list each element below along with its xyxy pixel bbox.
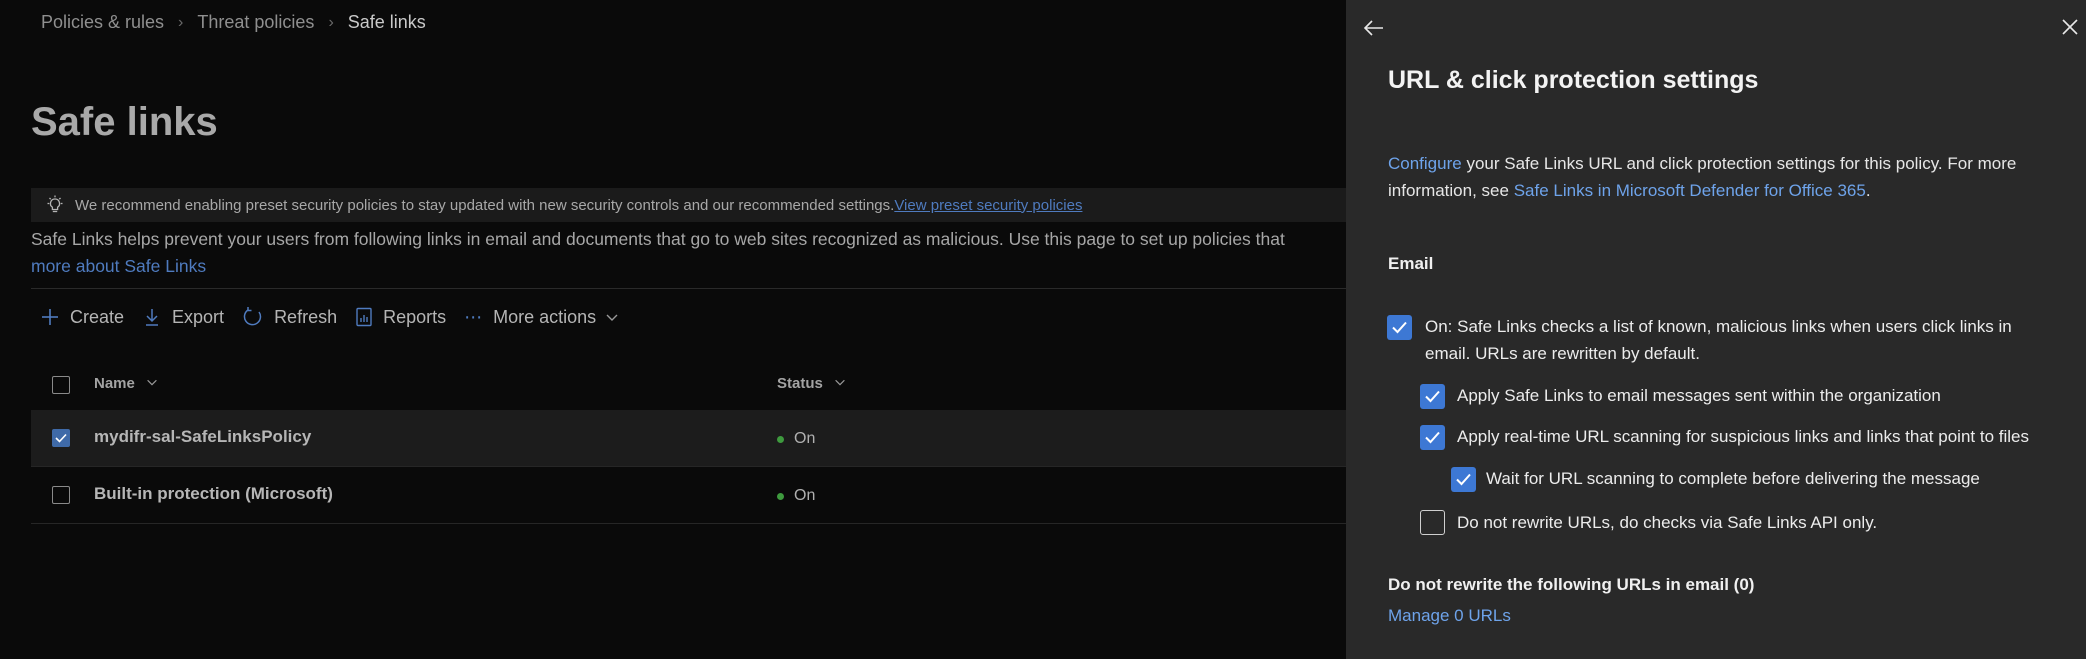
breadcrumb-policies-rules[interactable]: Policies & rules	[41, 12, 164, 33]
ellipsis-icon: ⋯	[464, 306, 484, 327]
checkmark-icon	[1392, 321, 1407, 334]
column-name-label: Name	[94, 375, 135, 392]
chevron-right-icon: ›	[178, 13, 184, 31]
safe-links-doc-link[interactable]: Safe Links in Microsoft Defender for Off…	[1514, 181, 1866, 200]
main-page: Policies & rules › Threat policies › Saf…	[0, 0, 1346, 659]
option-realtime-scanning-checkbox[interactable]	[1420, 425, 1445, 450]
settings-panel: URL & click protection settings Configur…	[1346, 0, 2086, 659]
more-actions-button[interactable]: ⋯ More actions	[464, 307, 620, 328]
export-button[interactable]: Export	[142, 307, 224, 328]
plus-icon	[42, 309, 58, 325]
description-text: Safe Links helps prevent your users from…	[31, 229, 1285, 249]
status-dot-icon	[777, 435, 784, 443]
option-no-rewrite-label: Do not rewrite URLs, do checks via Safe …	[1457, 513, 1878, 532]
back-button[interactable]	[1362, 16, 1386, 45]
column-name[interactable]: Name	[94, 375, 159, 392]
column-status-label: Status	[777, 375, 823, 392]
report-icon	[356, 307, 372, 327]
checkmark-icon	[1425, 431, 1440, 444]
chevron-right-icon: ›	[328, 13, 334, 31]
arrow-left-icon	[1363, 20, 1383, 36]
lightbulb-icon	[45, 195, 65, 215]
recommendation-banner: We recommend enabling preset security po…	[31, 188, 1346, 222]
checkmark-icon	[55, 433, 67, 443]
panel-intro: Configure your Safe Links URL and click …	[1388, 150, 2048, 204]
email-section-label: Email	[1388, 254, 1434, 273]
page-description: Safe Links helps prevent your users from…	[31, 226, 1346, 280]
checkmark-icon	[1425, 390, 1440, 403]
option-safe-links-on-label: On: Safe Links checks a list of known, m…	[1425, 317, 2012, 363]
policy-name[interactable]: mydifr-sal-SafeLinksPolicy	[94, 427, 311, 447]
option-realtime-scanning-label: Apply real-time URL scanning for suspici…	[1457, 427, 2029, 446]
table-header: Name Status	[31, 365, 1346, 405]
option-internal-messages-checkbox[interactable]	[1420, 384, 1445, 409]
panel-title: URL & click protection settings	[1388, 66, 1759, 94]
breadcrumb-threat-policies[interactable]: Threat policies	[197, 12, 314, 33]
close-button[interactable]	[2059, 16, 2081, 43]
column-status[interactable]: Status	[777, 375, 847, 392]
create-label: Create	[70, 306, 125, 327]
status-cell: On	[777, 487, 815, 505]
reports-button[interactable]: Reports	[355, 307, 446, 328]
breadcrumb-safe-links: Safe links	[347, 12, 426, 32]
page-title: Safe links	[31, 100, 218, 144]
export-label: Export	[172, 306, 225, 327]
table-row[interactable]: Built-in protection (Microsoft) On	[31, 467, 1346, 524]
reports-label: Reports	[383, 306, 447, 327]
policy-name[interactable]: Built-in protection (Microsoft)	[94, 484, 333, 504]
view-preset-policies-link[interactable]: View preset security policies	[894, 197, 1082, 214]
row-checkbox[interactable]	[52, 486, 70, 504]
checkmark-icon	[1456, 473, 1471, 486]
download-icon	[146, 309, 159, 326]
option-wait-scanning-checkbox[interactable]	[1451, 467, 1476, 492]
option-safe-links-on-checkbox[interactable]	[1387, 315, 1412, 340]
breadcrumb: Policies & rules › Threat policies › Saf…	[41, 12, 426, 33]
create-button[interactable]: Create	[40, 307, 124, 328]
chevron-down-icon	[147, 379, 157, 386]
status-text: On	[794, 430, 816, 447]
option-wait-scanning-label: Wait for URL scanning to complete before…	[1486, 469, 1980, 488]
no-rewrite-heading: Do not rewrite the following URLs in ema…	[1388, 575, 1755, 594]
table-row[interactable]: mydifr-sal-SafeLinksPolicy On	[31, 410, 1346, 467]
more-actions-label: More actions	[493, 306, 597, 327]
toolbar: Create Export Refresh Reports ⋯ More act…	[40, 306, 638, 328]
select-all-checkbox[interactable]	[52, 376, 70, 394]
option-no-rewrite-checkbox[interactable]	[1420, 510, 1445, 535]
manage-urls-link[interactable]: Manage 0 URLs	[1388, 606, 1511, 626]
status-text: On	[794, 487, 816, 504]
divider	[31, 288, 1346, 289]
chevron-down-icon	[835, 379, 845, 386]
status-cell: On	[777, 430, 815, 448]
learn-more-link[interactable]: more about Safe Links	[31, 253, 1346, 280]
intro-end: .	[1865, 181, 1871, 200]
close-icon	[2062, 19, 2078, 35]
status-dot-icon	[777, 492, 784, 500]
configure-link[interactable]: Configure	[1388, 154, 1462, 173]
row-checkbox[interactable]	[52, 429, 70, 447]
chevron-down-icon	[606, 314, 618, 321]
option-internal-messages-label: Apply Safe Links to email messages sent …	[1457, 386, 1941, 405]
refresh-label: Refresh	[274, 306, 338, 327]
banner-text: We recommend enabling preset security po…	[75, 196, 895, 214]
refresh-icon	[243, 307, 262, 326]
refresh-button[interactable]: Refresh	[242, 306, 337, 328]
